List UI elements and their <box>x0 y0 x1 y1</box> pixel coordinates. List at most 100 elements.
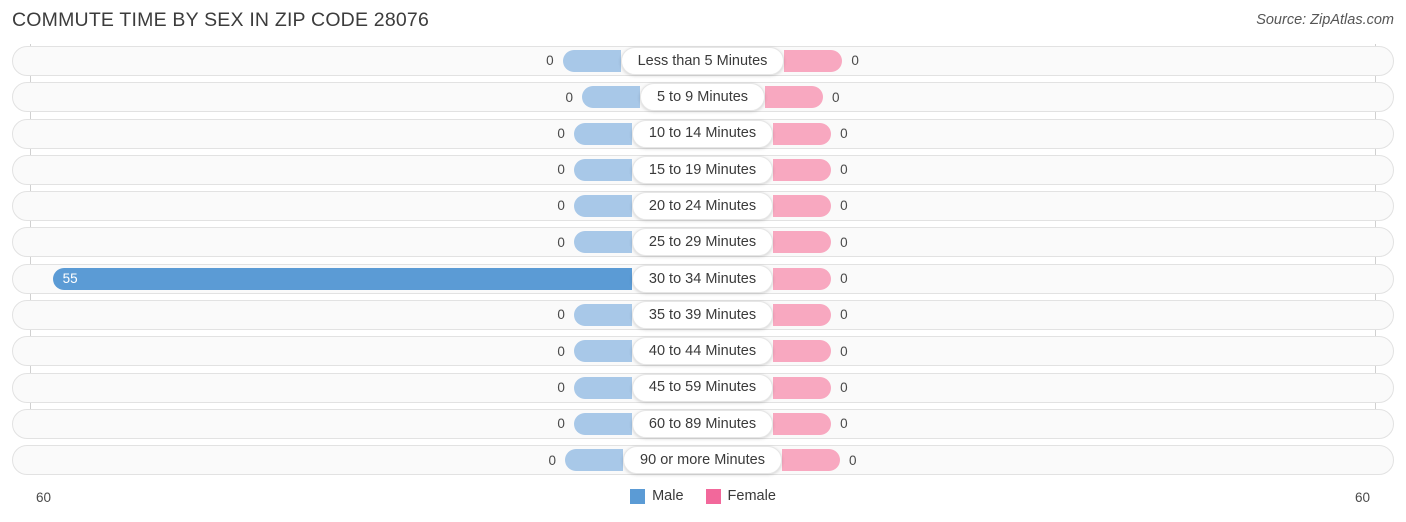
female-value-label: 0 <box>840 416 848 432</box>
category-pill[interactable]: 45 to 59 Minutes <box>631 373 774 402</box>
category-label: 5 to 9 Minutes <box>656 89 749 106</box>
category-pill[interactable]: 10 to 14 Minutes <box>631 119 774 148</box>
category-label: 90 or more Minutes <box>640 452 765 469</box>
male-side: 0 <box>30 304 632 327</box>
female-value-label: 0 <box>840 343 848 359</box>
category-pill[interactable]: 90 or more Minutes <box>623 446 782 475</box>
male-value-label: 0 <box>546 53 554 69</box>
male-value-label: 0 <box>557 234 565 250</box>
female-bar[interactable] <box>773 412 832 435</box>
row-bars: 55 30 to 34 Minutes 0 <box>30 264 1375 294</box>
legend-label-male: Male <box>652 488 684 505</box>
chart-legend: Male Female <box>0 489 1406 504</box>
male-side: 55 <box>30 267 632 290</box>
row-bars: 0 40 to 44 Minutes 0 <box>30 336 1375 366</box>
legend-swatch-male-icon <box>630 489 646 504</box>
male-value-label: 0 <box>557 162 565 178</box>
category-label: 15 to 19 Minutes <box>648 161 757 178</box>
chart-row: 55 30 to 34 Minutes 0 <box>0 262 1406 298</box>
male-bar[interactable] <box>573 195 632 218</box>
category-pill[interactable]: 40 to 44 Minutes <box>631 337 774 366</box>
category-pill[interactable]: Less than 5 Minutes <box>620 47 785 75</box>
male-bar[interactable] <box>573 340 632 363</box>
chart-plot-area: 0 Less than 5 Minutes 0 0 5 to 9 Minutes 0 0 10… <box>0 44 1406 482</box>
chart-row: 0 40 to 44 Minutes 0 <box>0 334 1406 370</box>
female-value-label: 0 <box>840 379 848 395</box>
male-side: 0 <box>30 376 632 399</box>
male-bar[interactable] <box>573 158 632 181</box>
chart-row: 0 35 to 39 Minutes 0 <box>0 298 1406 334</box>
category-label: Less than 5 Minutes <box>637 52 768 69</box>
female-value-label: 0 <box>840 162 848 178</box>
male-value-label: 0 <box>557 379 565 395</box>
male-side: 0 <box>30 122 632 145</box>
female-bar[interactable] <box>773 304 832 327</box>
female-bar[interactable] <box>765 86 824 109</box>
female-side: 0 <box>784 50 1375 72</box>
female-bar[interactable] <box>773 122 832 145</box>
female-value-label: 0 <box>840 307 848 323</box>
male-value-label: 0 <box>557 198 565 214</box>
category-label: 40 to 44 Minutes <box>648 343 757 360</box>
category-pill[interactable]: 30 to 34 Minutes <box>631 264 774 293</box>
male-bar[interactable] <box>573 122 632 145</box>
category-pill[interactable]: 5 to 9 Minutes <box>639 83 766 112</box>
female-side: 0 <box>773 122 1375 145</box>
category-pill[interactable]: 25 to 29 Minutes <box>631 228 774 257</box>
male-bar[interactable] <box>573 304 632 327</box>
page-title: COMMUTE TIME BY SEX IN ZIP CODE 28076 <box>12 9 430 31</box>
male-side: 0 <box>30 449 624 472</box>
female-bar[interactable] <box>773 267 832 290</box>
female-side: 0 <box>773 158 1375 181</box>
category-pill[interactable]: 60 to 89 Minutes <box>631 409 774 438</box>
male-bar[interactable] <box>573 376 632 399</box>
male-side: 0 <box>30 412 632 435</box>
female-value-label: 0 <box>840 125 848 141</box>
category-pill[interactable]: 20 to 24 Minutes <box>631 192 774 221</box>
female-side: 0 <box>773 267 1375 290</box>
chart-header: COMMUTE TIME BY SEX IN ZIP CODE 28076 So… <box>0 0 1406 44</box>
male-value-label: 0 <box>565 89 573 105</box>
female-bar[interactable] <box>773 231 832 254</box>
female-side: 0 <box>773 304 1375 327</box>
female-side: 0 <box>773 231 1375 254</box>
chart-rows: 0 Less than 5 Minutes 0 0 5 to 9 Minutes 0 0 10… <box>0 44 1406 480</box>
female-bar[interactable] <box>781 449 840 472</box>
male-bar[interactable] <box>573 412 632 435</box>
male-side: 0 <box>30 340 632 363</box>
row-bars: 0 15 to 19 Minutes 0 <box>30 155 1375 185</box>
female-bar[interactable] <box>773 376 832 399</box>
male-bar[interactable]: 55 <box>52 267 632 290</box>
row-bars: 0 90 or more Minutes 0 <box>30 445 1375 475</box>
legend-item-male[interactable]: Male <box>630 488 684 505</box>
category-label: 35 to 39 Minutes <box>648 306 757 323</box>
male-bar[interactable] <box>581 86 640 109</box>
female-bar[interactable] <box>773 195 832 218</box>
row-bars: 0 45 to 59 Minutes 0 <box>30 373 1375 403</box>
category-label: 25 to 29 Minutes <box>648 234 757 251</box>
female-value-label: 0 <box>848 452 857 468</box>
female-bar[interactable] <box>784 50 843 72</box>
row-bars: 0 Less than 5 Minutes 0 <box>30 46 1375 76</box>
chart-row: 0 15 to 19 Minutes 0 <box>0 153 1406 189</box>
female-value-label: 0 <box>851 53 859 69</box>
female-side: 0 <box>781 449 1375 472</box>
female-side: 0 <box>773 376 1375 399</box>
male-value-label: 0 <box>557 343 565 359</box>
male-bar[interactable] <box>565 449 624 472</box>
male-bar[interactable] <box>573 231 632 254</box>
female-side: 0 <box>765 86 1375 109</box>
chart-footer: 60 60 Male Female <box>0 482 1406 522</box>
male-side: 0 <box>30 86 640 109</box>
legend-item-female[interactable]: Female <box>705 489 776 504</box>
male-value-label: 0 <box>548 452 557 468</box>
category-label: 20 to 24 Minutes <box>648 197 757 214</box>
row-bars: 0 35 to 39 Minutes 0 <box>30 300 1375 330</box>
category-pill[interactable]: 35 to 39 Minutes <box>631 301 774 330</box>
category-pill[interactable]: 15 to 19 Minutes <box>631 155 774 184</box>
category-label: 60 to 89 Minutes <box>648 415 757 432</box>
male-bar[interactable] <box>562 50 621 72</box>
category-label: 30 to 34 Minutes <box>648 270 757 287</box>
female-bar[interactable] <box>773 158 832 181</box>
female-bar[interactable] <box>773 340 832 363</box>
